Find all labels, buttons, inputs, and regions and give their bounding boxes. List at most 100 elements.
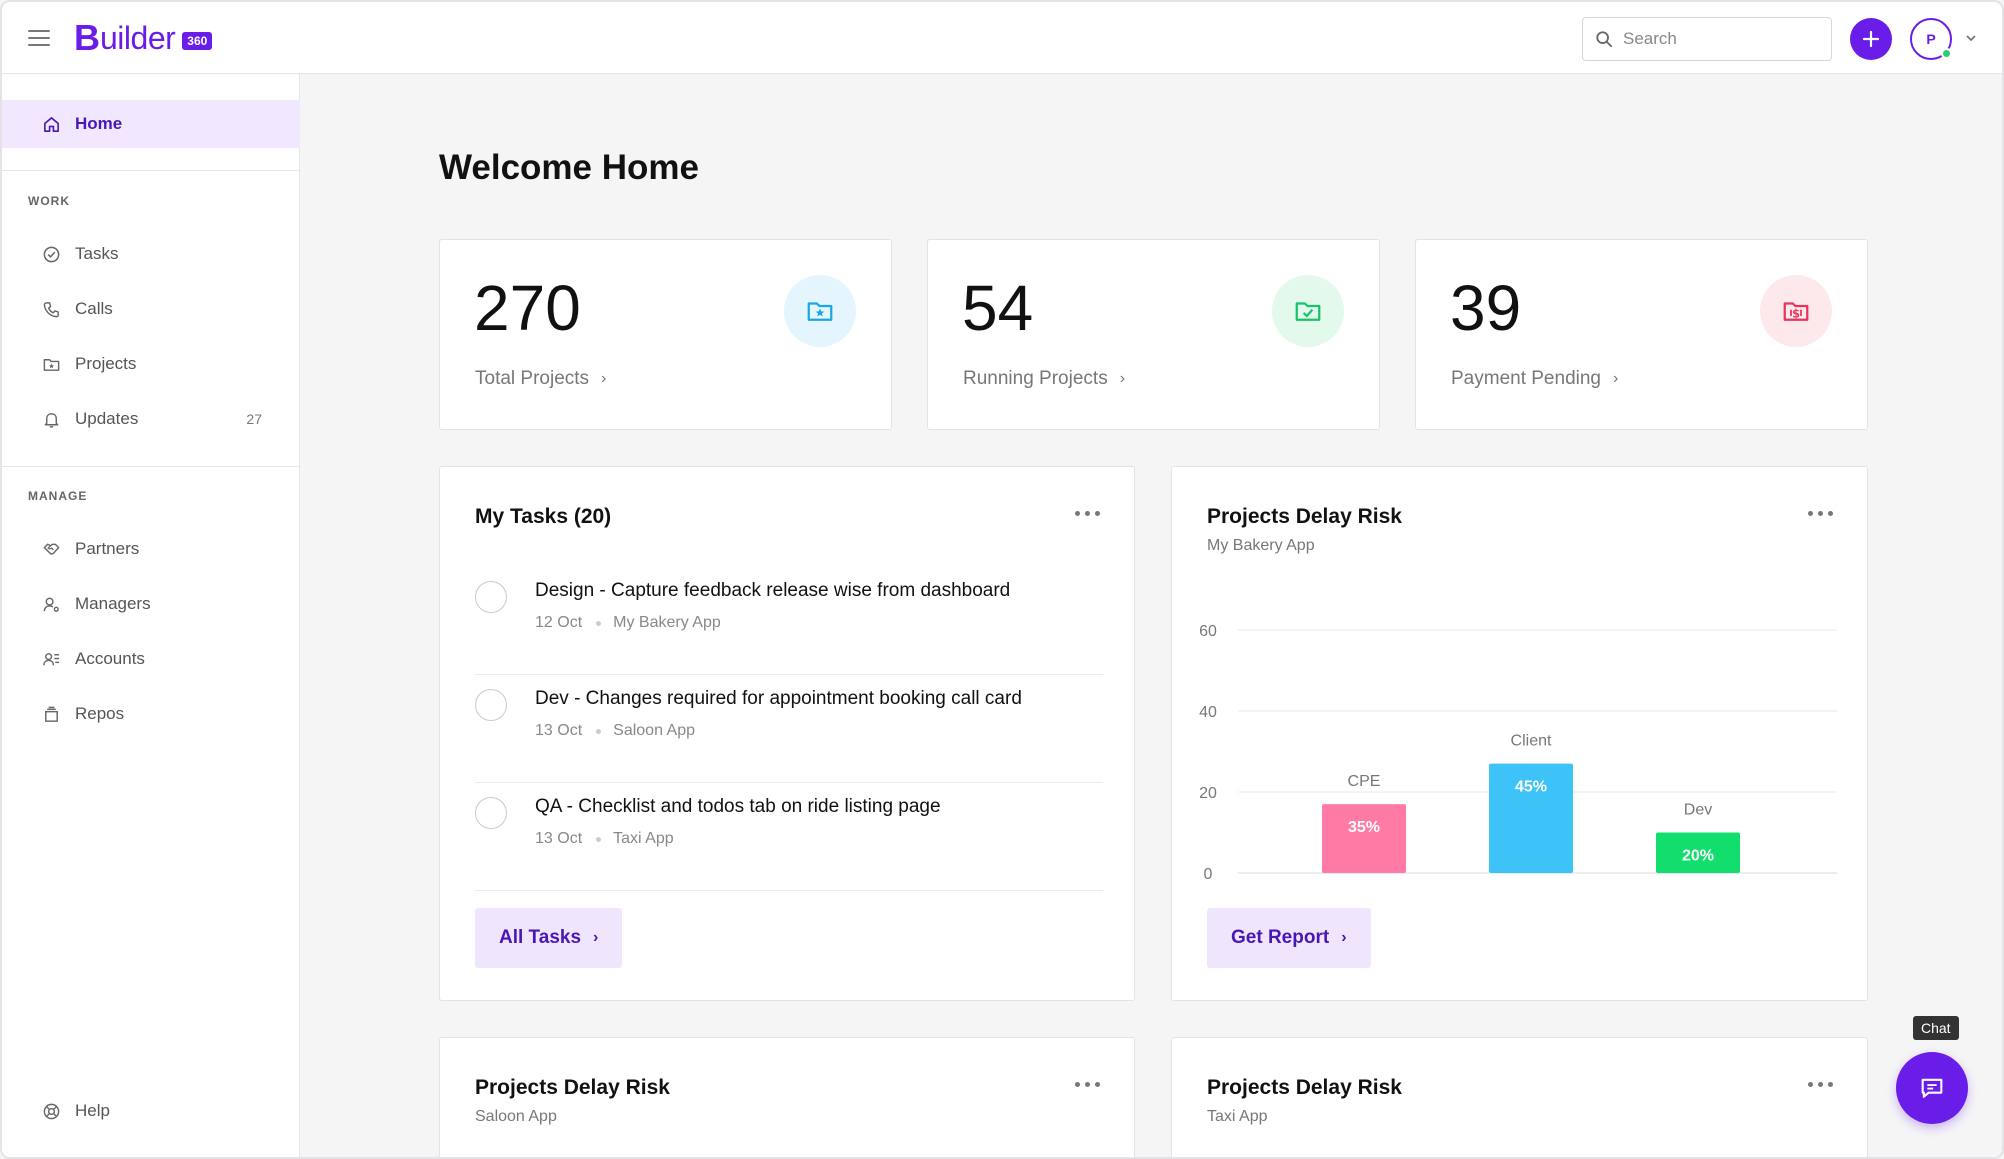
sidebar-item-calls[interactable]: Calls: [2, 287, 300, 331]
check-circle-icon: [43, 246, 60, 262]
chevron-right-icon: ›: [1341, 929, 1347, 946]
user-gear-icon: [43, 597, 59, 612]
task-meta: 12 Oct My Bakery App: [535, 614, 721, 632]
more-options-icon[interactable]: [1808, 1082, 1833, 1087]
stat-value: 54: [962, 272, 1034, 344]
sidebar-divider: [2, 170, 300, 171]
task-project: My Bakery App: [613, 614, 721, 631]
sidebar-item-help[interactable]: Help: [2, 1089, 300, 1133]
handshake-icon: [43, 543, 60, 555]
logo-mark: B: [74, 17, 100, 58]
task-meta: 13 Oct Taxi App: [535, 830, 674, 848]
section-title-work: WORK: [28, 194, 70, 208]
stat-label: Payment Pending: [1451, 368, 1601, 389]
stat-card-payment-pending: 39 Payment Pending › $: [1415, 239, 1868, 430]
menu-icon[interactable]: [28, 30, 50, 48]
task-checkbox[interactable]: [475, 581, 507, 613]
lifebuoy-icon: [43, 1103, 60, 1119]
bullet-dot: [596, 836, 602, 842]
category-label: CPE: [1348, 773, 1381, 790]
add-button[interactable]: [1850, 18, 1892, 60]
bullet-dot: [596, 620, 602, 626]
sidebar-item-label: Calls: [75, 299, 113, 318]
task-item[interactable]: Dev - Changes required for appointment b…: [475, 675, 1103, 783]
sidebar-item-projects[interactable]: Projects: [2, 342, 300, 386]
task-date: 12 Oct: [535, 614, 583, 631]
folder-icon: [43, 358, 60, 371]
data-label: 45%: [1515, 779, 1547, 796]
sidebar-item-updates[interactable]: Updates 27: [2, 397, 300, 441]
sidebar-item-partners[interactable]: Partners: [2, 527, 300, 571]
task-title: Dev - Changes required for appointment b…: [535, 688, 1022, 709]
app-logo[interactable]: B uilder 360: [74, 17, 213, 58]
sidebar-item-home[interactable]: Home: [2, 100, 300, 148]
folder-check-icon: [1272, 275, 1344, 347]
sidebar: Home WORK Tasks Calls Projects Updates 2…: [2, 74, 300, 1157]
get-report-button[interactable]: Get Report ›: [1207, 908, 1371, 968]
card-subtitle: Saloon App: [475, 1108, 557, 1125]
data-label: 35%: [1348, 819, 1380, 836]
logo-text: uilder: [100, 20, 176, 56]
search-input[interactable]: [1623, 29, 1803, 49]
sidebar-item-tasks[interactable]: Tasks: [2, 232, 300, 276]
more-options-icon[interactable]: [1075, 511, 1100, 516]
chat-bubble-icon: [1921, 1078, 1943, 1098]
updates-count-badge: 27: [246, 411, 262, 427]
task-title: Design - Capture feedback release wise f…: [535, 580, 1011, 601]
delay-risk-bar-chart: 0 20 40 60 CPE 35% Client 45% Dev 20%: [1199, 623, 1837, 883]
task-date: 13 Oct: [535, 722, 583, 739]
delay-risk-card-taxi: Projects Delay Risk Taxi App: [1171, 1037, 1868, 1157]
task-title: QA - Checklist and todos tab on ride lis…: [535, 796, 941, 817]
stat-card-total-projects: 270 Total Projects ›: [439, 239, 892, 430]
button-label: Get Report: [1231, 927, 1330, 948]
task-item[interactable]: Design - Capture feedback release wise f…: [475, 567, 1103, 675]
bullet-dot: [596, 728, 602, 734]
task-project: Taxi App: [613, 830, 674, 847]
sidebar-item-accounts[interactable]: Accounts: [2, 637, 300, 681]
more-options-icon[interactable]: [1075, 1082, 1100, 1087]
task-item[interactable]: QA - Checklist and todos tab on ride lis…: [475, 783, 1103, 891]
sidebar-item-label: Repos: [75, 704, 125, 723]
category-label: Dev: [1684, 802, 1712, 819]
sidebar-divider: [2, 466, 300, 467]
card-title: Projects Delay Risk: [1207, 1076, 1402, 1099]
stat-link-total-projects[interactable]: Total Projects ›: [475, 368, 606, 390]
sidebar-item-repos[interactable]: Repos: [2, 692, 300, 736]
task-date: 13 Oct: [535, 830, 583, 847]
chevron-right-icon: ›: [1613, 370, 1619, 387]
task-meta: 13 Oct Saloon App: [535, 722, 695, 740]
search-box[interactable]: [1582, 17, 1832, 61]
sidebar-item-label: Help: [75, 1101, 110, 1120]
task-project: Saloon App: [613, 722, 695, 739]
sidebar-item-label: Tasks: [75, 244, 119, 263]
card-title: Projects Delay Risk: [475, 1076, 670, 1099]
y-tick-label: 60: [1199, 623, 1217, 640]
top-header: B uilder 360 P: [2, 2, 2002, 74]
chevron-right-icon: ›: [601, 370, 607, 387]
delay-risk-card-saloon: Projects Delay Risk Saloon App: [439, 1037, 1135, 1157]
folder-star-icon: [784, 275, 856, 347]
avatar[interactable]: P: [1910, 18, 1952, 60]
stat-link-payment-pending[interactable]: Payment Pending ›: [1451, 368, 1618, 390]
task-checkbox[interactable]: [475, 689, 507, 721]
bar: [1322, 804, 1406, 873]
sidebar-item-label: Partners: [75, 539, 140, 558]
chevron-right-icon: ›: [593, 929, 599, 946]
page-title: Welcome Home: [439, 148, 699, 187]
stat-link-running-projects[interactable]: Running Projects ›: [963, 368, 1125, 390]
chevron-down-icon[interactable]: [1965, 34, 1977, 42]
avatar-initial: P: [1926, 31, 1936, 47]
my-tasks-card: My Tasks (20) Design - Capture feedback …: [439, 466, 1135, 1001]
task-checkbox[interactable]: [475, 797, 507, 829]
all-tasks-button[interactable]: All Tasks ›: [475, 908, 623, 968]
y-tick-label: 20: [1199, 785, 1217, 802]
category-label: Client: [1511, 733, 1552, 750]
stat-label: Running Projects: [963, 368, 1108, 389]
card-title: My Tasks (20): [475, 505, 612, 528]
y-tick-label: 40: [1199, 704, 1217, 721]
chat-button[interactable]: [1896, 1052, 1968, 1124]
bell-icon: [44, 412, 59, 428]
sidebar-item-managers[interactable]: Managers: [2, 582, 300, 626]
sidebar-item-label: Home: [75, 114, 123, 133]
stat-value: 39: [1450, 272, 1522, 344]
